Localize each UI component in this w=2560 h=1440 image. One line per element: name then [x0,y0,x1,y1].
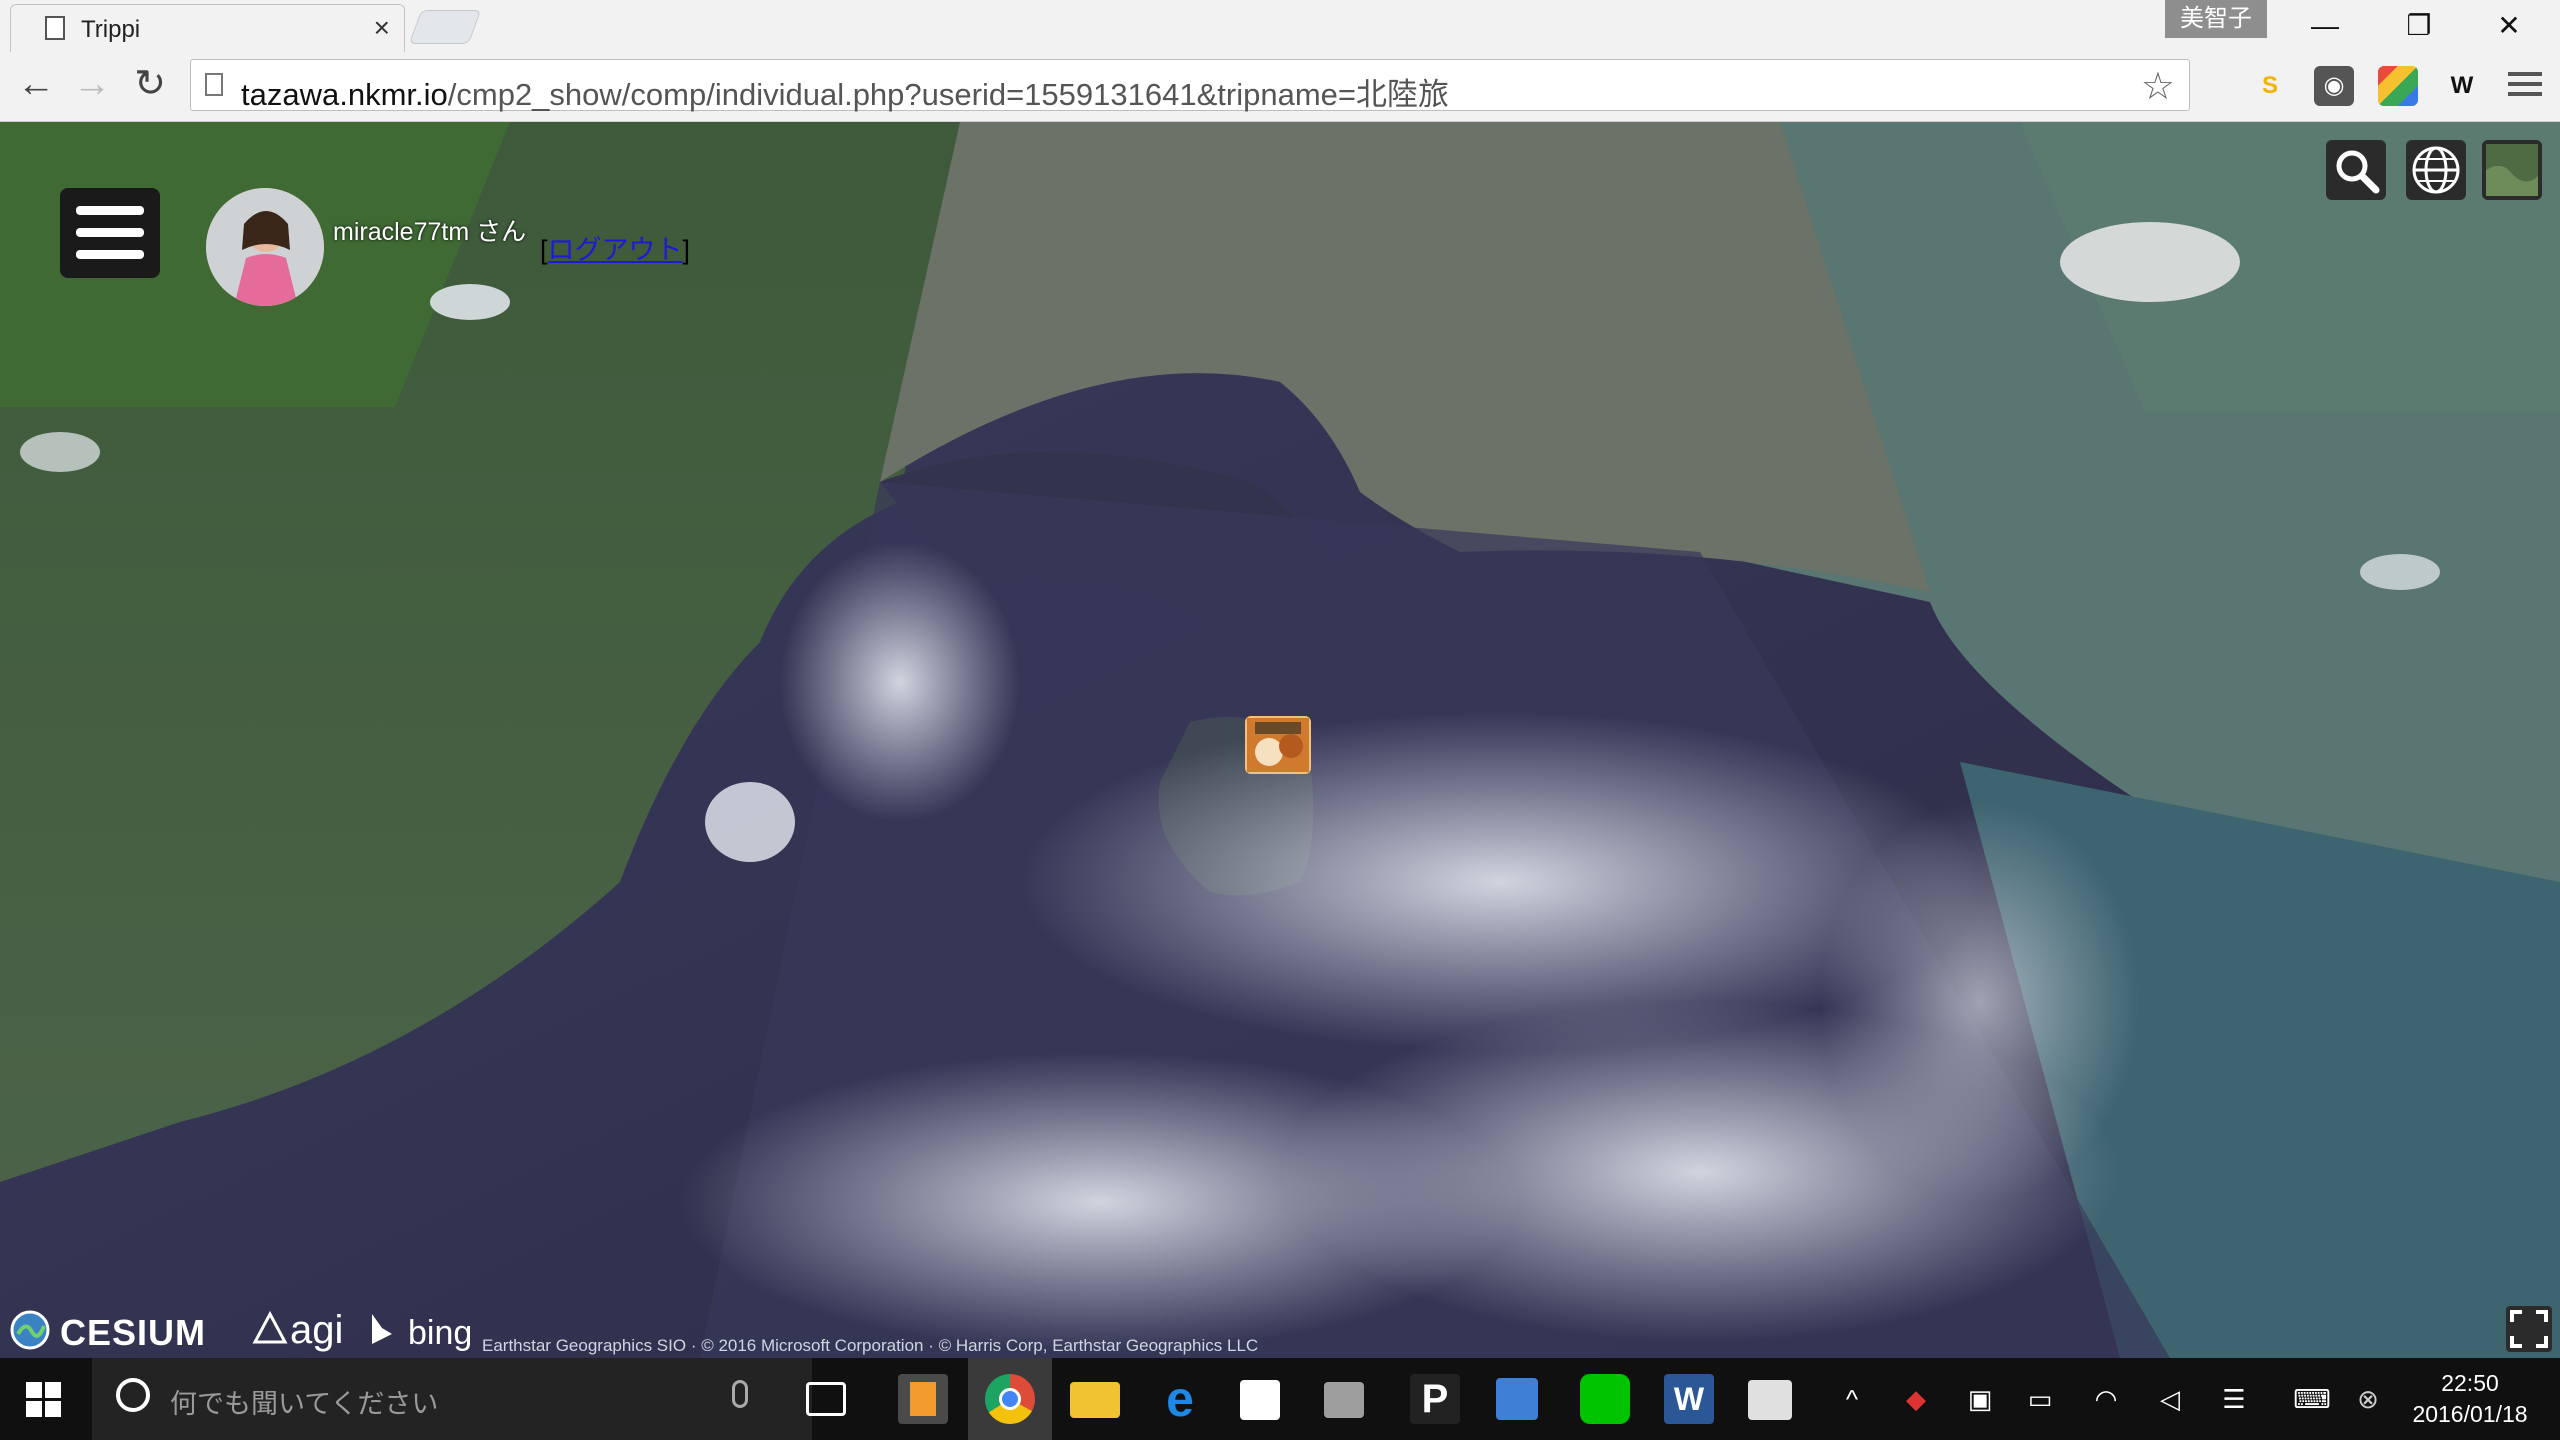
map-credits: CESIUM agi bing Earthstar Geographics SI… [0,1300,1600,1358]
forward-button[interactable]: → [68,60,116,108]
mask-extension-icon[interactable]: ◉ [2314,66,2354,106]
search-placeholder: 何でも聞いてください [170,1389,439,1419]
minimize-button[interactable]: — [2290,2,2360,50]
page-icon [45,16,65,40]
taskbar-search-box[interactable]: 何でも聞いてください [92,1358,812,1440]
sublime-text-icon[interactable] [898,1374,948,1424]
dropbox-icon[interactable]: ◆ [1900,1384,1932,1416]
search-icon [2336,150,2380,194]
avatar-photo [206,188,324,306]
network-app-icon[interactable] [1496,1378,1538,1420]
logout-bracket-close: ] [682,235,691,265]
cortana-icon [116,1378,150,1412]
task-view-icon[interactable] [806,1382,846,1416]
browser-tab[interactable]: Trippi × [10,4,405,52]
microphone-icon[interactable] [732,1380,748,1408]
profile-badge[interactable]: 美智子 [2165,0,2267,38]
browser-menu-icon[interactable] [2508,66,2542,102]
color-extension-icon[interactable] [2378,66,2418,106]
bing-logo[interactable]: bing [408,1314,472,1353]
new-tab-button[interactable] [408,10,482,44]
notifications-icon[interactable]: ☰ [2218,1384,2250,1416]
tab-close-button[interactable]: × [374,12,390,44]
geocoder-search-button[interactable] [2326,140,2386,200]
store-icon[interactable] [1240,1380,1280,1420]
page-info-icon[interactable] [205,73,223,96]
volume-icon[interactable]: ◁ [2154,1384,2186,1416]
word-icon[interactable]: W [1664,1374,1714,1424]
url-path: /cmp2_show/comp/individual.php?userid=15… [447,77,1449,112]
tab-strip: Trippi × 美智子 — ❐ ✕ [0,0,2560,52]
imagery-picker-icon [2486,144,2538,196]
p-app-icon[interactable]: P [1410,1374,1460,1424]
keyboard-icon[interactable]: ⌨ [2290,1384,2334,1416]
show-hidden-icons-icon[interactable]: ^ [1836,1384,1868,1416]
wifi-icon[interactable]: ◠ [2090,1384,2122,1416]
username-label: miracle77tm さん [333,218,527,246]
back-button[interactable]: ← [12,60,60,108]
globe-icon [2412,146,2460,194]
base-layer-picker-button[interactable] [2482,140,2542,200]
clear-icon[interactable]: ⊗ [2352,1384,2384,1416]
clock-time: 22:50 [2441,1370,2499,1396]
url-host: tazawa.nkmr.io [241,77,448,112]
system-clock[interactable]: 22:50 2016/01/18 [2405,1368,2535,1430]
logout-bracket-open: [ [540,235,548,265]
attribution-text: Earthstar Geographics SIO · © 2016 Micro… [482,1336,1259,1355]
logout-link-wrapper: [ログアウト] [540,228,690,267]
edge-icon[interactable]: e [1155,1374,1205,1424]
scene-mode-button[interactable] [2406,140,2466,200]
url-text[interactable]: tazawa.nkmr.io/cmp2_show/comp/individual… [241,69,1449,114]
address-bar[interactable]: tazawa.nkmr.io/cmp2_show/comp/individual… [190,59,2190,114]
clock-date: 2016/01/18 [2412,1401,2528,1427]
chrome-icon[interactable] [985,1374,1035,1424]
user-avatar[interactable] [206,188,324,306]
trip-photo-marker[interactable] [1245,716,1311,774]
photos-icon[interactable] [1748,1380,1792,1420]
battery-icon[interactable]: ▭ [2024,1384,2056,1416]
w-extension-icon[interactable]: W [2442,66,2482,106]
reload-button[interactable]: ↻ [126,60,174,108]
cesium-map-viewport[interactable]: miracle77tm さん [ログアウト] CESIUM agi bing E… [0,122,2560,1358]
agi-logo[interactable]: agi [290,1308,343,1353]
logout-link[interactable]: ログアウト [548,235,683,265]
bookmark-star-icon[interactable]: ☆ [2141,64,2175,109]
windows-taskbar: 何でも聞いてください e P W ^ ◆ ▣ ▭ ◠ ◁ ☰ ⌨ ⊗ 22:50… [0,1358,2560,1440]
s-extension-icon[interactable]: S [2250,66,2290,106]
main-menu-button[interactable] [60,188,160,278]
fullscreen-button[interactable] [2506,1306,2552,1352]
fullscreen-icon [2510,1310,2548,1348]
line-icon[interactable] [1580,1374,1630,1424]
snipping-tool-icon[interactable] [1324,1382,1364,1418]
restore-button[interactable]: ❐ [2384,2,2454,50]
close-window-button[interactable]: ✕ [2474,2,2544,50]
cesium-logo[interactable]: CESIUM [60,1312,206,1354]
marker-photo [1247,718,1309,772]
browser-toolbar: ← → ↻ tazawa.nkmr.io/cmp2_show/comp/indi… [0,52,2560,122]
monitor-icon[interactable]: ▣ [1964,1384,1996,1416]
tab-title: Trippi [81,16,141,43]
file-explorer-icon[interactable] [1070,1382,1120,1418]
start-button[interactable] [26,1382,62,1418]
